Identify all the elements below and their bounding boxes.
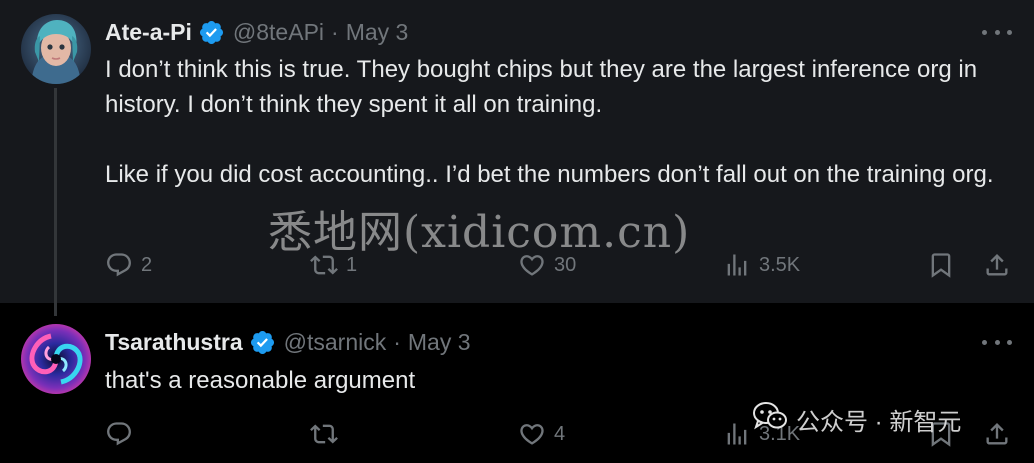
bookmark-button[interactable] bbox=[927, 249, 955, 281]
heart-icon bbox=[518, 420, 546, 448]
display-name[interactable]: Tsarathustra bbox=[105, 329, 243, 356]
reply-button[interactable] bbox=[105, 418, 133, 450]
views-bar-chart-icon bbox=[723, 420, 751, 448]
views-bar-chart-icon bbox=[723, 251, 751, 279]
tweet-header: Ate-a-Pi @8teAPi · May 3 bbox=[105, 16, 408, 48]
avatar[interactable] bbox=[21, 14, 91, 84]
tweet-text: I don’t think this is true. They bought … bbox=[105, 52, 1005, 192]
share-button[interactable] bbox=[983, 418, 1011, 450]
like-count: 4 bbox=[554, 422, 566, 445]
separator-dot: · bbox=[331, 18, 339, 45]
retweet-icon bbox=[310, 251, 338, 279]
verified-badge-icon[interactable] bbox=[198, 19, 225, 46]
tweet-thread: Ate-a-Pi @8teAPi · May 3 I don’t think t… bbox=[0, 0, 1034, 463]
retweet-button[interactable]: 1 bbox=[310, 249, 357, 281]
share-icon bbox=[983, 251, 1011, 279]
bookmark-button[interactable] bbox=[927, 418, 955, 450]
bookmark-icon bbox=[927, 251, 955, 279]
view-count: 3.5K bbox=[759, 253, 801, 276]
tweet-ate-a-pi[interactable]: Ate-a-Pi @8teAPi · May 3 I don’t think t… bbox=[0, 0, 1034, 303]
verified-badge-icon[interactable] bbox=[249, 329, 276, 356]
timestamp[interactable]: May 3 bbox=[346, 19, 409, 46]
reply-icon bbox=[105, 420, 133, 448]
thread-connector-line bbox=[54, 88, 57, 316]
reply-button[interactable]: 2 bbox=[105, 249, 152, 281]
like-count: 30 bbox=[554, 253, 577, 276]
retweet-button[interactable] bbox=[310, 418, 338, 450]
more-horizontal-icon[interactable] bbox=[982, 22, 1012, 42]
avatar[interactable] bbox=[21, 324, 91, 394]
tweet-paragraph: Like if you did cost accounting.. I’d be… bbox=[105, 161, 994, 188]
like-button[interactable]: 4 bbox=[518, 418, 565, 450]
tweet-actions: 2 1 30 3.5K bbox=[105, 249, 1017, 281]
retweet-icon bbox=[310, 420, 338, 448]
handle[interactable]: @8teAPi bbox=[233, 19, 324, 46]
tweet-actions: 4 3.1K bbox=[105, 418, 1017, 450]
view-count: 3.1K bbox=[759, 422, 801, 445]
like-button[interactable]: 30 bbox=[518, 249, 576, 281]
heart-icon bbox=[518, 251, 546, 279]
tweet-text: that's a reasonable argument bbox=[105, 363, 1005, 398]
tweet-header: Tsarathustra @tsarnick · May 3 bbox=[105, 326, 471, 358]
tweet-paragraph: I don’t think this is true. They bought … bbox=[105, 56, 978, 118]
display-name[interactable]: Ate-a-Pi bbox=[105, 19, 192, 46]
timestamp[interactable]: May 3 bbox=[408, 329, 471, 356]
handle[interactable]: @tsarnick bbox=[284, 329, 387, 356]
tweet-paragraph: that's a reasonable argument bbox=[105, 367, 416, 394]
reply-icon bbox=[105, 251, 133, 279]
share-icon bbox=[983, 420, 1011, 448]
more-horizontal-icon[interactable] bbox=[982, 332, 1012, 352]
retweet-count: 1 bbox=[346, 253, 358, 276]
bookmark-icon bbox=[927, 420, 955, 448]
separator-dot: · bbox=[393, 328, 401, 355]
tweet-tsarathustra[interactable]: Tsarathustra @tsarnick · May 3 that's a … bbox=[0, 303, 1034, 463]
views-button[interactable]: 3.1K bbox=[723, 418, 800, 450]
views-button[interactable]: 3.5K bbox=[723, 249, 800, 281]
reply-count: 2 bbox=[141, 253, 153, 276]
share-button[interactable] bbox=[983, 249, 1011, 281]
